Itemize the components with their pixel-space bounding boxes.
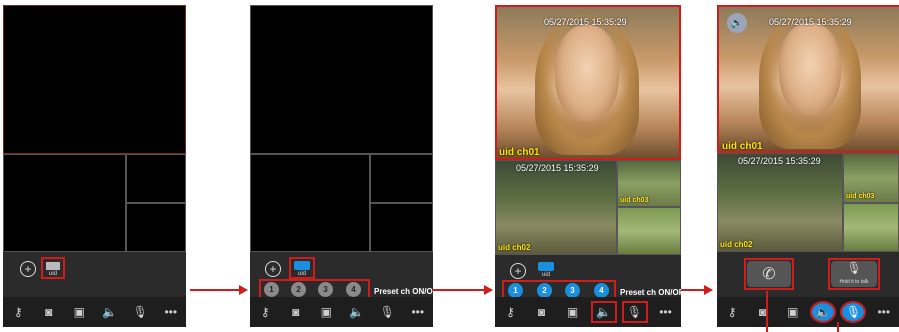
video-pane-small-bottom[interactable] <box>617 207 681 255</box>
more-icon[interactable]: ••• <box>873 303 895 321</box>
video-pane-small-bottom[interactable] <box>843 203 899 252</box>
camera-tab-icon[interactable] <box>538 262 554 271</box>
preset-button-1[interactable]: 1 <box>508 283 523 298</box>
camera-tab-label: uid <box>297 271 306 277</box>
snapshot-icon[interactable]: ◙ <box>751 303 773 321</box>
preset-label: Preset ch ON/OFF <box>374 287 433 296</box>
preset-button-4[interactable]: 4 <box>346 282 361 297</box>
speaker-icon[interactable]: 🔈 <box>727 13 747 33</box>
more-icon[interactable]: ••• <box>655 303 677 321</box>
snapshot-icon[interactable]: ◙ <box>531 303 553 321</box>
speaker-icon[interactable]: 🔈 <box>590 301 617 323</box>
video-pane-large[interactable]: 05/27/2015 15:35:29 uid ch02 <box>717 153 843 252</box>
channel-label: uid ch02 <box>720 240 753 249</box>
preset-button-2[interactable]: 2 <box>291 282 306 297</box>
microphone-icon[interactable]: 🎙 <box>840 301 867 323</box>
control-area: + uid 1 2 3 4 Preset ch ON/OFF <box>250 252 433 300</box>
camera-tab-label: uid <box>541 272 550 278</box>
video-pane-small-top[interactable]: uid ch03 <box>843 153 899 203</box>
pointer-line-talk <box>837 322 839 332</box>
camera-tab-label: uid <box>48 271 57 277</box>
pointer-line-hangup <box>766 291 768 332</box>
plus-circle-icon[interactable]: + <box>510 263 526 279</box>
preset-label: Preset ch ON/OFF <box>620 288 681 297</box>
bottom-toolbar: ⚷ ◙ ▣ 🔈 🎙 ••• <box>717 297 899 327</box>
flow-arrow-1-head <box>239 285 248 295</box>
snapshot-icon[interactable]: ◙ <box>38 303 60 321</box>
channel-label: uid ch01 <box>499 147 540 158</box>
preset-button-2[interactable]: 2 <box>537 283 552 298</box>
channel-label: uid ch03 <box>846 193 875 200</box>
video-pane-main[interactable] <box>3 5 186 154</box>
talk-button-label: Hold it to talk <box>839 279 869 285</box>
record-icon[interactable]: ▣ <box>315 303 337 321</box>
hair-image <box>759 13 861 149</box>
plus-circle-icon[interactable]: + <box>20 261 36 277</box>
phone-icon[interactable]: ✆ <box>747 261 791 287</box>
microphone-icon[interactable]: 🎙 <box>129 303 151 321</box>
key-icon[interactable]: ⚷ <box>500 303 522 321</box>
record-icon[interactable]: ▣ <box>782 303 804 321</box>
control-area: + uid 1 2 3 4 Preset ch ON/OFF <box>495 255 681 300</box>
flow-arrow-1 <box>190 289 240 291</box>
preset-button-1[interactable]: 1 <box>264 282 279 297</box>
key-icon[interactable]: ⚷ <box>254 303 276 321</box>
timestamp: 05/27/2015 15:35:29 <box>738 156 821 166</box>
bottom-toolbar: ⚷ ◙ ▣ 🔈 🎙 ••• <box>3 297 186 327</box>
video-pane-small-top[interactable]: uid ch03 <box>617 160 681 207</box>
speaker-icon[interactable]: 🔈 <box>346 303 368 321</box>
channel-label: uid ch01 <box>722 141 763 152</box>
record-icon[interactable]: ▣ <box>562 303 584 321</box>
video-pane-small-top[interactable] <box>370 154 433 203</box>
video-pane-small-bottom[interactable] <box>370 203 433 252</box>
key-icon[interactable]: ⚷ <box>7 303 29 321</box>
microphone-icon[interactable]: 🎙 <box>621 301 648 323</box>
video-pane-main[interactable] <box>250 5 433 154</box>
bottom-toolbar: ⚷ ◙ ▣ 🔈 🎙 ••• <box>495 297 681 327</box>
timestamp: 05/27/2015 15:35:29 <box>516 163 599 173</box>
video-pane-large[interactable] <box>3 154 126 252</box>
video-pane-main[interactable]: 05/27/2015 15:35:29 uid ch01 <box>495 5 681 160</box>
video-pane-large[interactable]: 05/27/2015 15:35:29 uid ch02 <box>495 160 617 255</box>
snapshot-icon[interactable]: ◙ <box>285 303 307 321</box>
key-icon[interactable]: ⚷ <box>721 303 743 321</box>
microphone-icon[interactable]: 🎙 <box>376 303 398 321</box>
flow-arrow-2 <box>433 289 485 291</box>
preset-button-3[interactable]: 3 <box>565 283 580 298</box>
channel-label: uid ch02 <box>498 243 531 252</box>
timestamp: 05/27/2015 15:35:29 <box>769 17 852 27</box>
phone-screen-3: 05/27/2015 15:35:29 uid ch01 05/27/2015 … <box>495 5 681 327</box>
more-icon[interactable]: ••• <box>407 303 429 321</box>
flow-arrow-3 <box>681 289 705 291</box>
more-icon[interactable]: ••• <box>160 303 182 321</box>
preset-button-3[interactable]: 3 <box>318 282 333 297</box>
phone-screen-2: + uid 1 2 3 4 Preset ch ON/OFF ⚷ ◙ ▣ 🔈 🎙… <box>250 5 433 327</box>
video-pane-small-bottom[interactable] <box>126 203 186 252</box>
flow-arrow-3-head <box>704 285 713 295</box>
camera-tab-icon[interactable] <box>46 262 60 270</box>
control-area: + uid <box>3 252 186 297</box>
phone-screen-1: + uid ⚷ ◙ ▣ 🔈 🎙 ••• <box>3 5 186 327</box>
bottom-toolbar: ⚷ ◙ ▣ 🔈 🎙 ••• <box>250 297 433 327</box>
camera-tab-icon[interactable] <box>294 261 310 270</box>
preset-button-4[interactable]: 4 <box>594 283 609 298</box>
video-pane-main[interactable]: 🔈 05/27/2015 15:35:29 uid ch01 <box>717 5 899 153</box>
timestamp: 05/27/2015 15:35:29 <box>544 17 627 27</box>
video-pane-large[interactable] <box>250 154 370 252</box>
record-icon[interactable]: ▣ <box>68 303 90 321</box>
phone-screen-4: 🔈 05/27/2015 15:35:29 uid ch01 05/27/201… <box>717 5 899 327</box>
video-pane-small-top[interactable] <box>126 154 186 203</box>
flow-arrow-2-head <box>484 285 493 295</box>
control-area: ✆ 🎙 Hold it to talk <box>717 252 899 297</box>
speaker-icon[interactable]: 🔈 <box>99 303 121 321</box>
speaker-icon[interactable]: 🔈 <box>810 301 837 323</box>
hair-image <box>535 15 639 155</box>
plus-circle-icon[interactable]: + <box>265 261 281 277</box>
channel-label: uid ch03 <box>620 197 649 204</box>
